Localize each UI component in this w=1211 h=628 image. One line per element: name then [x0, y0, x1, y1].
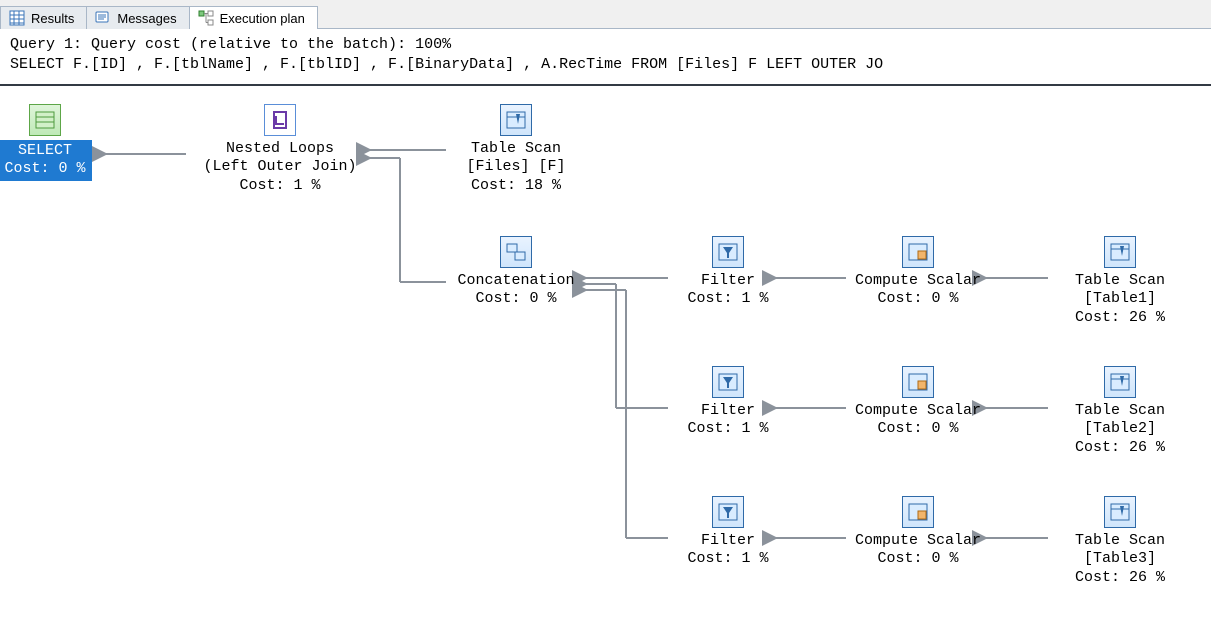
node-title: Concatenation: [457, 272, 574, 289]
node-cost: Cost: 0 %: [877, 290, 958, 307]
table-scan-icon: [1104, 496, 1136, 528]
select-icon: [29, 104, 61, 136]
node-sub: [Table2]: [1084, 420, 1156, 437]
node-title: Table Scan: [1075, 272, 1165, 289]
filter-icon: [712, 366, 744, 398]
plan-node-nested-loops[interactable]: Nested Loops (Left Outer Join) Cost: 1 %: [190, 104, 370, 196]
node-title: SELECT: [18, 142, 72, 159]
compute-scalar-icon: [902, 496, 934, 528]
plan-node-tablescan-1[interactable]: Table Scan [Table1] Cost: 26 %: [1040, 236, 1200, 328]
tab-label: Execution plan: [220, 11, 305, 26]
node-cost: Cost: 26 %: [1075, 309, 1165, 326]
plan-node-filter-1[interactable]: Filter Cost: 1 %: [648, 236, 808, 310]
node-sub: [Table1]: [1084, 290, 1156, 307]
tab-label: Results: [31, 11, 74, 26]
node-title: Compute Scalar: [855, 402, 981, 419]
node-cost: Cost: 1 %: [687, 420, 768, 437]
query-cost-line: Query 1: Query cost (relative to the bat…: [10, 35, 1201, 55]
node-title: Nested Loops: [226, 140, 334, 157]
compute-scalar-icon: [902, 366, 934, 398]
node-title: Filter: [701, 402, 755, 419]
node-sub: [Files] [F]: [466, 158, 565, 175]
query-header: Query 1: Query cost (relative to the bat…: [0, 29, 1211, 80]
node-cost: Cost: 0 %: [4, 160, 85, 177]
plan-node-select[interactable]: SELECT Cost: 0 %: [0, 104, 110, 182]
tab-results[interactable]: Results: [0, 6, 87, 29]
plan-node-filter-3[interactable]: Filter Cost: 1 %: [648, 496, 808, 570]
node-cost: Cost: 1 %: [687, 550, 768, 567]
tab-label: Messages: [117, 11, 176, 26]
node-cost: Cost: 1 %: [687, 290, 768, 307]
table-scan-icon: [1104, 366, 1136, 398]
node-cost: Cost: 26 %: [1075, 569, 1165, 586]
compute-scalar-icon: [902, 236, 934, 268]
node-cost: Cost: 26 %: [1075, 439, 1165, 456]
execution-plan-icon: [198, 10, 214, 26]
result-tabs: Results Messages Execution plan: [0, 0, 1211, 29]
table-scan-icon: [1104, 236, 1136, 268]
plan-connectors: [0, 86, 1211, 626]
grid-icon: [9, 10, 25, 26]
node-title: Compute Scalar: [855, 532, 981, 549]
query-sql-line: SELECT F.[ID] , F.[tblName] , F.[tblID] …: [10, 55, 1201, 75]
node-sub: (Left Outer Join): [203, 158, 356, 175]
plan-node-concatenation[interactable]: Concatenation Cost: 0 %: [436, 236, 596, 310]
node-title: Filter: [701, 272, 755, 289]
node-cost: Cost: 0 %: [475, 290, 556, 307]
execution-plan-canvas[interactable]: SELECT Cost: 0 % Nested Loops (Left Oute…: [0, 86, 1211, 626]
node-title: Compute Scalar: [855, 272, 981, 289]
plan-node-tablescan-3[interactable]: Table Scan [Table3] Cost: 26 %: [1040, 496, 1200, 588]
node-cost: Cost: 0 %: [877, 420, 958, 437]
node-sub: [Table3]: [1084, 550, 1156, 567]
node-cost: Cost: 1 %: [239, 177, 320, 194]
nested-loop-icon: [264, 104, 296, 136]
node-title: Filter: [701, 532, 755, 549]
filter-icon: [712, 496, 744, 528]
plan-node-tablescan-2[interactable]: Table Scan [Table2] Cost: 26 %: [1040, 366, 1200, 458]
messages-icon: [95, 10, 111, 26]
plan-node-compute-1[interactable]: Compute Scalar Cost: 0 %: [838, 236, 998, 310]
node-cost: Cost: 0 %: [877, 550, 958, 567]
tab-messages[interactable]: Messages: [86, 6, 189, 29]
tab-execution-plan[interactable]: Execution plan: [189, 6, 318, 29]
concatenation-icon: [500, 236, 532, 268]
filter-icon: [712, 236, 744, 268]
plan-node-tablescan-files[interactable]: Table Scan [Files] [F] Cost: 18 %: [436, 104, 596, 196]
plan-node-compute-2[interactable]: Compute Scalar Cost: 0 %: [838, 366, 998, 440]
node-title: Table Scan: [1075, 532, 1165, 549]
node-title: Table Scan: [1075, 402, 1165, 419]
plan-node-filter-2[interactable]: Filter Cost: 1 %: [648, 366, 808, 440]
node-cost: Cost: 18 %: [471, 177, 561, 194]
node-title: Table Scan: [471, 140, 561, 157]
table-scan-icon: [500, 104, 532, 136]
plan-node-compute-3[interactable]: Compute Scalar Cost: 0 %: [838, 496, 998, 570]
